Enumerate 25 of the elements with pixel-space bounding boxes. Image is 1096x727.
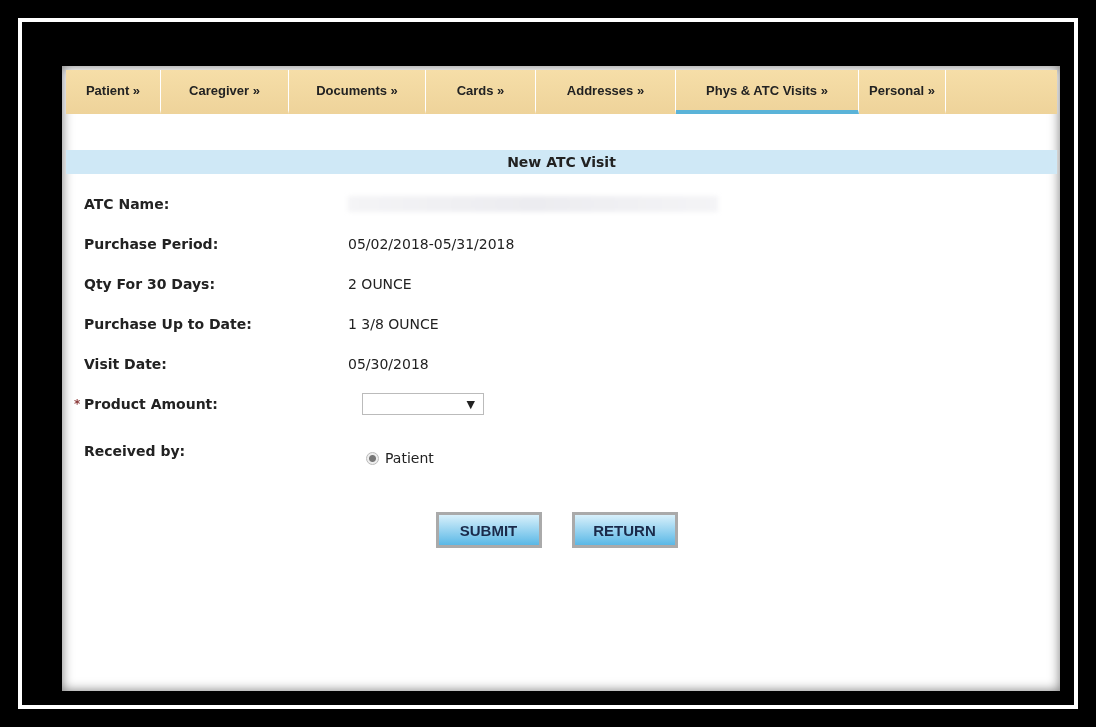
form-button[interactable]: RETURN [571,512,678,548]
dropdown[interactable]: ▼ [362,393,484,415]
field-label: Purchase Up to Date: [84,316,252,332]
field-value: 2 OUNCE [348,276,412,292]
field-label: Visit Date: [84,356,167,372]
radio-button[interactable] [366,451,379,465]
field-label: Purchase Period: [84,236,219,252]
radio-label: Patient [385,450,434,466]
tab[interactable]: Caregiver » [161,70,289,114]
tab[interactable]: Cards » [426,70,536,114]
form-button[interactable]: SUBMIT [435,512,542,548]
tab[interactable]: Patient » [66,70,161,114]
tab[interactable]: Phys & ATC Visits » [676,70,859,114]
tab[interactable]: Addresses » [536,70,676,114]
field-value: 1 3/8 OUNCE [348,316,439,332]
field-label: Product Amount: [84,396,218,412]
tab[interactable]: Personal » [859,70,946,114]
required-mark: * [74,397,81,411]
tab[interactable]: Documents » [289,70,426,114]
field-value: 05/02/2018-05/31/2018 [348,236,515,252]
section-title: New ATC Visit [507,154,616,170]
field-value: 05/30/2018 [348,356,429,372]
field-label: Received by: [84,443,186,459]
field-label: Qty For 30 Days: [84,276,216,292]
field-label: ATC Name: [84,196,170,212]
